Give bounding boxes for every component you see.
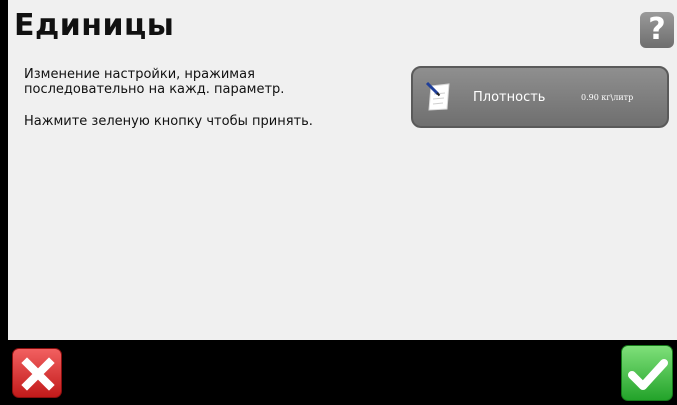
document-pen-icon — [425, 81, 451, 115]
density-setting-button[interactable]: Плотность 0.90 кг\литр — [411, 66, 669, 128]
help-icon: ? — [648, 12, 666, 47]
close-icon — [21, 357, 55, 391]
page-title: Единицы — [14, 8, 175, 43]
density-value: 0.90 кг\литр — [581, 93, 634, 102]
density-label: Плотность — [473, 90, 546, 105]
cancel-button[interactable] — [12, 348, 62, 398]
checkmark-icon — [628, 359, 668, 390]
confirm-button[interactable] — [621, 345, 673, 401]
instruction-text-1: Изменение настройки, нражимая последоват… — [24, 67, 285, 97]
instruction-text-2: Нажмите зеленую кнопку чтобы принять. — [24, 114, 313, 129]
help-button[interactable]: ? — [640, 12, 674, 48]
instructions: Изменение настройки, нражимая последоват… — [24, 67, 354, 146]
left-edge — [0, 0, 8, 340]
main-panel: Единицы ? Изменение настройки, нражимая … — [8, 0, 677, 340]
